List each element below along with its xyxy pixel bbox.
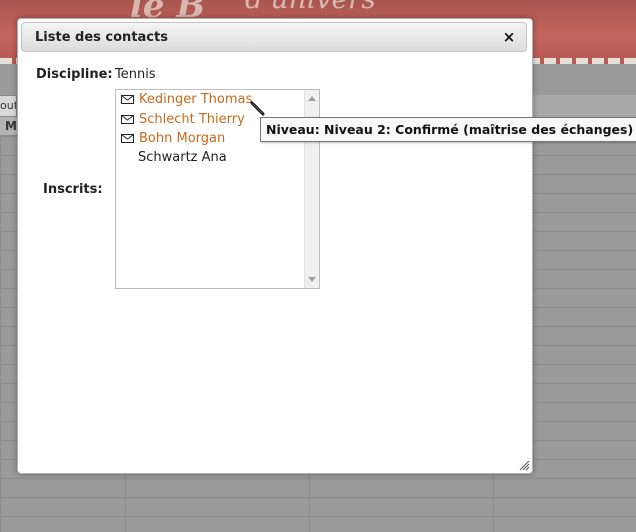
level-tooltip: Niveau: Niveau 2: Confirmé (maîtrise des…: [260, 117, 636, 142]
mouse-cursor-icon: [250, 101, 265, 116]
discipline-value: Tennis: [115, 67, 156, 82]
list-item[interactable]: Schwartz Ana: [138, 148, 227, 167]
mail-icon[interactable]: [121, 134, 134, 143]
contacts-dialog: Liste des contacts × Discipline: Tennis …: [17, 18, 533, 474]
contact-name[interactable]: Bohn Morgan: [139, 131, 225, 146]
dialog-title: Liste des contacts: [35, 30, 168, 45]
scroll-up-arrow-icon[interactable]: [308, 96, 316, 101]
background-tab: out: [0, 95, 17, 117]
resize-grip-icon[interactable]: [519, 460, 530, 471]
mail-icon[interactable]: [121, 115, 134, 124]
list-item[interactable]: Schlecht Thierry: [121, 110, 245, 129]
inscrits-label: Inscrits:: [43, 182, 103, 197]
header-column-m: M: [5, 119, 17, 133]
banner-script-2: d'univers: [245, 0, 376, 15]
contact-name[interactable]: Schlecht Thierry: [139, 112, 245, 127]
mail-icon[interactable]: [121, 95, 134, 104]
contact-name: Schwartz Ana: [138, 150, 227, 165]
dialog-titlebar[interactable]: Liste des contacts ×: [21, 22, 527, 52]
discipline-label: Discipline:: [36, 67, 113, 82]
list-item[interactable]: Kedinger Thomas: [121, 90, 252, 109]
list-item[interactable]: Bohn Morgan: [121, 129, 225, 148]
close-button[interactable]: ×: [501, 28, 517, 46]
contact-name[interactable]: Kedinger Thomas: [139, 92, 252, 107]
scroll-down-arrow-icon[interactable]: [308, 277, 316, 282]
